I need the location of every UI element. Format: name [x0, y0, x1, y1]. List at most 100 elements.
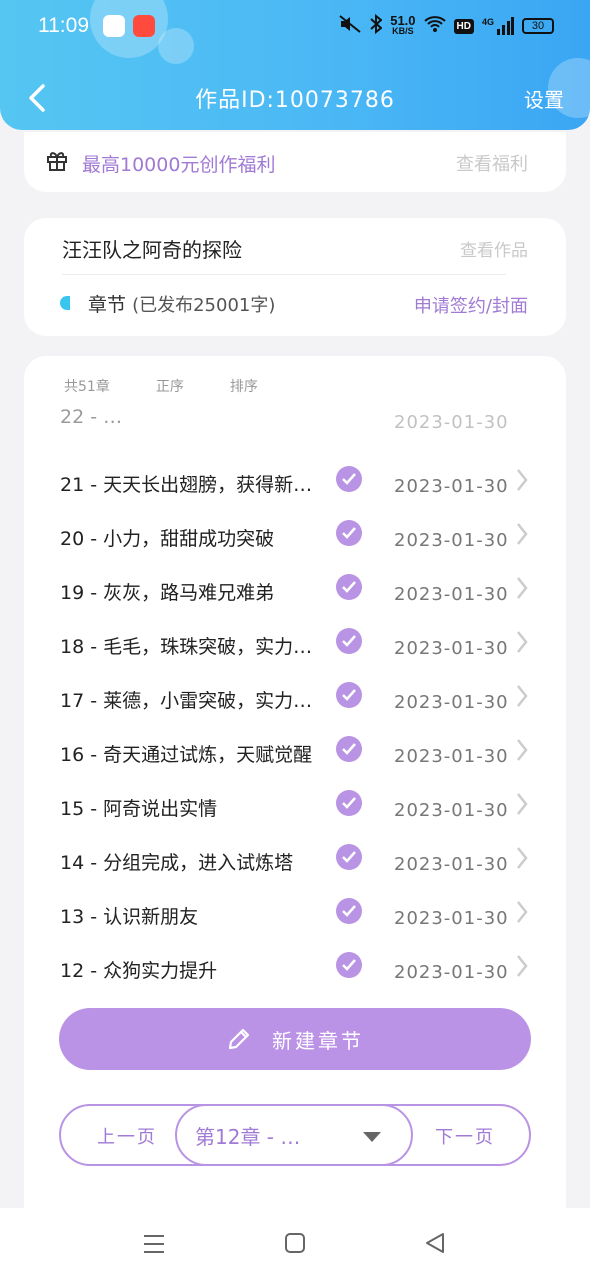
chapter-title: 17 - 莱德，小雷突破，实力大增 [60, 690, 326, 712]
chapter-title: 16 - 奇天通过试炼，天赋觉醒 [60, 744, 313, 766]
chapter-date: 2023-01-30 [394, 692, 509, 713]
list-tabs: 共51章 正序 排序 [64, 376, 258, 396]
list-item[interactable]: 12 - 众狗实力提升 2023-01-30 [24, 944, 566, 998]
chapter-title: 21 - 天天长出翅膀，获得新能力 [60, 474, 326, 496]
chevron-right-icon [516, 792, 528, 820]
list-item[interactable]: 14 - 分组完成，进入试炼塔 2023-01-30 [24, 836, 566, 890]
signal-icon: 4G [482, 17, 514, 35]
chapter-title: 12 - 众狗实力提升 [60, 960, 218, 982]
status-time: 11:09 [38, 14, 89, 37]
view-work-link[interactable]: 查看作品 [460, 236, 528, 261]
app-notification-icon [103, 15, 125, 37]
welfare-banner[interactable]: 最高10000元创作福利 查看福利 [24, 132, 566, 192]
check-icon [336, 682, 362, 708]
chapter-date: 2023-01-30 [394, 746, 509, 767]
chapter-title: 20 - 小力，甜甜成功突破 [60, 528, 275, 550]
chapter-total: 共51章 [64, 379, 110, 395]
chevron-right-icon [516, 522, 528, 550]
chapter-date: 2023-01-30 [394, 412, 509, 433]
chevron-right-icon [516, 684, 528, 712]
selected-chapter: 第12章 - … [195, 1125, 301, 1149]
view-welfare-link[interactable]: 查看福利 [456, 150, 528, 176]
chapter-date: 2023-01-30 [394, 638, 509, 659]
chapter-title: 13 - 认识新朋友 [60, 906, 199, 928]
chapter-title: 15 - 阿奇说出实情 [60, 798, 218, 820]
back-nav-icon[interactable] [424, 1232, 446, 1258]
app-header: 11:09 51.0 KB/S HD 4G 30 作品ID:10073786 设… [0, 0, 590, 130]
pagination: 上一页 第12章 - … 下一页 [59, 1104, 531, 1166]
nav-bar: 作品ID:10073786 设置 [0, 76, 590, 120]
menu-icon[interactable] [142, 1232, 166, 1260]
list-item[interactable]: 19 - 灰灰，路马难兄难弟 2023-01-30 [24, 566, 566, 620]
chapter-date: 2023-01-30 [394, 476, 509, 497]
bluetooth-icon [370, 13, 383, 39]
check-icon [336, 520, 362, 546]
chapter-label-text: 章节 [88, 294, 127, 316]
chevron-right-icon [516, 576, 528, 604]
work-info-card: 汪汪队之阿奇的探险 查看作品 章节 (已发布25001字) 申请签约/封面 [24, 218, 566, 336]
page-title: 作品ID:10073786 [195, 88, 395, 113]
net-speed-value: 51.0 [390, 13, 416, 28]
list-item[interactable]: 18 - 毛毛，珠珠突破，实力大增 2023-01-30 [24, 620, 566, 674]
chapter-date: 2023-01-30 [394, 530, 509, 551]
check-icon [336, 736, 362, 762]
list-item[interactable]: 15 - 阿奇说出实情 2023-01-30 [24, 782, 566, 836]
hd-badge: HD [453, 18, 474, 34]
sort-button[interactable]: 排序 [230, 376, 258, 396]
new-chapter-button[interactable]: 新建章节 [59, 1008, 531, 1070]
chapter-date: 2023-01-30 [394, 800, 509, 821]
check-icon [336, 574, 362, 600]
chapter-marker [60, 296, 70, 310]
mute-icon [338, 14, 362, 39]
list-item[interactable]: 20 - 小力，甜甜成功突破 2023-01-30 [24, 512, 566, 566]
check-icon [336, 466, 362, 492]
chapter-title: 14 - 分组完成，进入试炼塔 [60, 852, 294, 874]
new-chapter-label: 新建章节 [272, 1028, 364, 1053]
chapter-date: 2023-01-30 [394, 854, 509, 875]
work-title: 汪汪队之阿奇的探险 [62, 238, 242, 262]
order-toggle[interactable]: 正序 [156, 376, 184, 396]
chapter-list[interactable]: 22 - … 2023-01-30 21 - 天天长出翅膀，获得新能力 2023… [24, 404, 566, 1014]
check-icon [336, 898, 362, 924]
list-item[interactable]: 17 - 莱德，小雷突破，实力大增 2023-01-30 [24, 674, 566, 728]
chapter-select-dropdown[interactable]: 第12章 - … [175, 1104, 413, 1166]
chevron-right-icon [516, 738, 528, 766]
chapter-title: 19 - 灰灰，路马难兄难弟 [60, 582, 275, 604]
prev-page-button[interactable]: 上一页 [97, 1123, 157, 1149]
battery-indicator: 30 [522, 18, 554, 34]
apply-sign-link[interactable]: 申请签约/封面 [414, 292, 528, 318]
check-icon [336, 628, 362, 654]
list-item[interactable]: 22 - … 2023-01-30 [24, 404, 566, 448]
list-item[interactable]: 16 - 奇天通过试炼，天赋觉醒 2023-01-30 [24, 728, 566, 782]
net-speed: 51.0 KB/S [390, 13, 416, 36]
chapter-title: 22 - … [60, 406, 123, 428]
chapter-date: 2023-01-30 [394, 962, 509, 983]
chapter-list-card: 共51章 正序 排序 22 - … 2023-01-30 21 - 天天长出翅膀… [24, 356, 566, 1216]
list-item[interactable]: 21 - 天天长出翅膀，获得新能力 2023-01-30 [24, 458, 566, 512]
app-notification-icon [133, 15, 155, 37]
caret-down-icon [363, 1132, 381, 1142]
system-nav-bar [0, 1208, 590, 1280]
home-icon[interactable] [284, 1232, 306, 1258]
check-icon [336, 844, 362, 870]
chapter-title: 18 - 毛毛，珠珠突破，实力大增 [60, 636, 326, 658]
status-bar: 11:09 51.0 KB/S HD 4G 30 [38, 12, 554, 40]
chevron-right-icon [516, 846, 528, 874]
pencil-icon [228, 1028, 250, 1050]
chapter-date: 2023-01-30 [394, 584, 509, 605]
chapter-published-count: (已发布25001字) [132, 295, 276, 316]
check-icon [336, 952, 362, 978]
check-icon [336, 790, 362, 816]
chapter-date: 2023-01-30 [394, 908, 509, 929]
next-page-button[interactable]: 下一页 [435, 1123, 495, 1149]
divider [62, 274, 506, 275]
chevron-right-icon [516, 630, 528, 658]
welfare-text: 最高10000元创作福利 [82, 154, 276, 176]
chevron-right-icon [516, 954, 528, 982]
settings-button[interactable]: 设置 [524, 84, 564, 113]
gift-icon [46, 150, 68, 176]
chapter-label: 章节 (已发布25001字) [88, 290, 275, 317]
chevron-right-icon [516, 900, 528, 928]
list-item[interactable]: 13 - 认识新朋友 2023-01-30 [24, 890, 566, 944]
chevron-right-icon [516, 468, 528, 496]
